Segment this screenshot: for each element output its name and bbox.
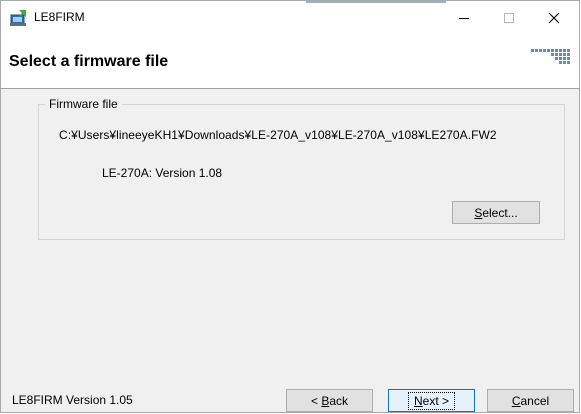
next-button-label: Next > xyxy=(407,391,456,410)
select-button-label: Select... xyxy=(474,205,518,220)
back-button[interactable]: < Back xyxy=(286,389,373,412)
maximize-icon xyxy=(503,12,514,23)
wizard-window: LE8FIRM Select a firmware file Firmware … xyxy=(0,0,580,413)
back-button-label: < Back xyxy=(310,393,349,408)
group-legend: Firmware file xyxy=(45,97,122,111)
minimize-icon xyxy=(458,17,469,19)
title-bar[interactable]: LE8FIRM xyxy=(1,1,579,34)
firmware-file-path: C:¥Users¥lineeyeKH1¥Downloads¥LE-270A_v1… xyxy=(59,128,497,142)
select-button[interactable]: Select... xyxy=(452,201,540,224)
cancel-button-label: Cancel xyxy=(511,393,550,408)
app-icon xyxy=(10,10,26,26)
firmware-version-info: LE-270A: Version 1.08 xyxy=(102,166,223,180)
maximize-button[interactable] xyxy=(486,1,531,34)
cancel-button[interactable]: Cancel xyxy=(487,389,574,412)
title-bar-accent xyxy=(306,1,446,3)
wizard-header: Select a firmware file xyxy=(1,34,579,89)
minimize-button[interactable] xyxy=(441,1,486,34)
close-button[interactable] xyxy=(531,1,576,34)
dot-matrix-logo xyxy=(531,49,570,64)
window-title: LE8FIRM xyxy=(34,10,85,24)
page-title: Select a firmware file xyxy=(9,53,169,70)
next-button[interactable]: Next > xyxy=(388,389,475,412)
close-icon xyxy=(548,12,559,23)
app-version-label: LE8FIRM Version 1.05 xyxy=(12,393,133,407)
